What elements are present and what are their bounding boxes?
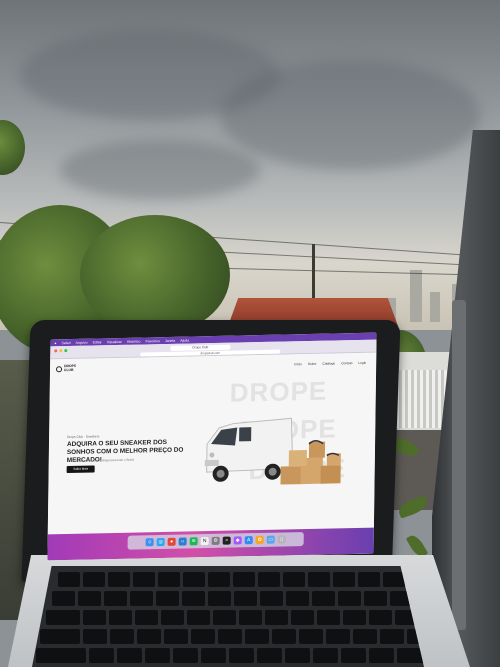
- dark-cloud: [220, 60, 480, 170]
- laptop-screen: ● Safari Arquivo Editar Visualizar Histó…: [47, 332, 377, 561]
- menu-item[interactable]: Safari: [62, 341, 71, 345]
- logo-text: CLUB: [64, 367, 74, 372]
- nav-link[interactable]: Contato: [341, 361, 352, 365]
- menu-item[interactable]: Histórico: [127, 339, 141, 343]
- menu-item[interactable]: Janela: [165, 338, 175, 342]
- spotify-icon[interactable]: ≋: [189, 537, 198, 546]
- close-window-button[interactable]: [54, 349, 58, 353]
- safari-icon[interactable]: ◎: [156, 537, 165, 547]
- site-nav: Início Sobre Catálogo Contato Login: [294, 361, 366, 367]
- menu-item[interactable]: Arquivo: [76, 340, 88, 344]
- trash-icon[interactable]: ▯: [277, 535, 286, 544]
- figma-icon[interactable]: ◆: [233, 536, 242, 545]
- nav-link[interactable]: Sobre: [308, 362, 317, 366]
- notion-icon[interactable]: N: [200, 537, 209, 546]
- cardboard-boxes-illustration: [280, 440, 341, 485]
- terminal-icon[interactable]: >: [222, 536, 231, 545]
- vscode-icon[interactable]: ‹›: [178, 537, 187, 546]
- window-rail: [452, 300, 466, 630]
- chrome-icon[interactable]: ●: [167, 537, 176, 546]
- logo-mark-icon: [56, 365, 63, 372]
- finder-icon[interactable]: ☺: [145, 538, 154, 547]
- site-logo[interactable]: DROPS CLUB: [56, 364, 76, 373]
- appstore-icon[interactable]: A: [244, 536, 253, 545]
- utility-pole: [312, 244, 315, 304]
- apple-icon[interactable]: ●: [54, 341, 56, 345]
- keyboard: [32, 566, 424, 667]
- nav-link[interactable]: Login: [358, 361, 366, 365]
- tree: [80, 215, 230, 335]
- menu-item[interactable]: Favoritos: [145, 339, 159, 343]
- dark-cloud: [60, 140, 260, 200]
- minimize-window-button[interactable]: [59, 349, 63, 353]
- menu-item[interactable]: Editar: [93, 340, 102, 344]
- settings-icon[interactable]: ⚙: [211, 536, 220, 545]
- hero-kicker: Drops Club · Sneakers: [67, 434, 100, 440]
- nav-link[interactable]: Início: [294, 362, 302, 366]
- folder-icon[interactable]: ▭: [266, 535, 275, 544]
- nav-link[interactable]: Catálogo: [322, 361, 335, 365]
- background-watermark: DROPE: [229, 375, 328, 408]
- website-viewport: DROPE DROPE DROPE DROPS CLUB Início Sobr…: [47, 352, 377, 535]
- photos-icon[interactable]: ✿: [255, 535, 264, 545]
- zoom-window-button[interactable]: [64, 349, 68, 353]
- cta-button[interactable]: Saiba Mais: [66, 465, 95, 474]
- menu-item[interactable]: Ajuda: [180, 338, 189, 342]
- menu-item[interactable]: Visualizar: [107, 339, 122, 343]
